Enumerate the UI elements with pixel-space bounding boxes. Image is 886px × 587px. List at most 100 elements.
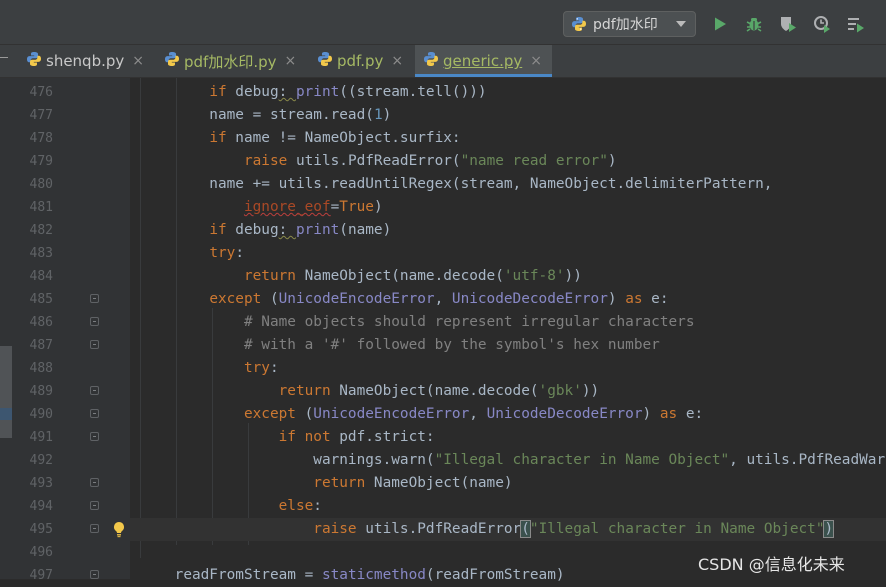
fold-marker-icon[interactable] bbox=[90, 386, 99, 395]
line-number: 486 bbox=[29, 315, 53, 330]
line-number: 481 bbox=[29, 200, 53, 215]
code-text[interactable]: return NameObject(name.decode('gbk')) bbox=[140, 380, 600, 403]
code-line: 492 warnings.warn("Illegal character in … bbox=[0, 449, 886, 472]
code-text[interactable]: raise utils.PdfReadError("Illegal charac… bbox=[140, 518, 835, 541]
fold-marker-icon[interactable] bbox=[90, 340, 99, 349]
code-text[interactable]: return NameObject(name.decode('utf-8')) bbox=[140, 265, 582, 288]
line-number: 482 bbox=[29, 223, 53, 238]
close-tab-icon[interactable]: × bbox=[132, 53, 144, 69]
tab-shenqb-py[interactable]: shenqb.py × bbox=[18, 45, 162, 77]
code-text[interactable]: else: bbox=[140, 495, 322, 518]
line-number: 485 bbox=[29, 292, 53, 307]
code-text[interactable]: ignore_eof=True) bbox=[140, 196, 383, 219]
line-number: 497 bbox=[29, 568, 53, 583]
run-with-coverage-button[interactable] bbox=[777, 13, 799, 35]
code-line: 493 return NameObject(name) bbox=[0, 472, 886, 495]
code-line: 488 try: bbox=[0, 357, 886, 380]
line-number: 484 bbox=[29, 269, 53, 284]
line-number: 476 bbox=[29, 85, 53, 100]
line-number: 479 bbox=[29, 154, 53, 169]
code-text[interactable]: except (UnicodeEncodeError, UnicodeDecod… bbox=[140, 288, 668, 311]
fold-marker-icon[interactable] bbox=[90, 409, 99, 418]
code-text[interactable]: if name != NameObject.surfix: bbox=[140, 127, 460, 150]
line-number: 495 bbox=[29, 522, 53, 537]
line-number: 477 bbox=[29, 108, 53, 123]
run-concurrency-button[interactable] bbox=[845, 13, 867, 35]
code-line: 479 raise utils.PdfReadError("name read … bbox=[0, 150, 886, 173]
lightbulb-icon[interactable] bbox=[111, 521, 127, 538]
tab-generic-py[interactable]: generic.py × bbox=[415, 45, 552, 77]
profile-button[interactable] bbox=[811, 13, 833, 35]
tab-pdf-py[interactable]: pdf.py × bbox=[309, 45, 413, 77]
fold-marker-icon[interactable] bbox=[90, 478, 99, 487]
python-file-icon bbox=[164, 51, 180, 71]
close-tab-icon[interactable]: × bbox=[391, 53, 403, 69]
code-line: 489 return NameObject(name.decode('gbk')… bbox=[0, 380, 886, 403]
line-number: 480 bbox=[29, 177, 53, 192]
close-tab-icon[interactable]: × bbox=[285, 53, 297, 69]
tab-pdf-py[interactable]: pdf加水印.py × bbox=[156, 45, 303, 77]
tab-label: pdf.py bbox=[337, 52, 384, 70]
code-line: 477 name = stream.read(1) bbox=[0, 104, 886, 127]
fold-marker-icon[interactable] bbox=[90, 432, 99, 441]
line-number: 483 bbox=[29, 246, 53, 261]
play-icon bbox=[715, 17, 726, 31]
code-text[interactable]: if not pdf.strict: bbox=[140, 426, 435, 449]
code-line: 490 except (UnicodeEncodeError, UnicodeD… bbox=[0, 403, 886, 426]
code-line: 478 if name != NameObject.surfix: bbox=[0, 127, 886, 150]
code-text[interactable]: name += utils.readUntilRegex(stream, Nam… bbox=[140, 173, 772, 196]
line-number: 478 bbox=[29, 131, 53, 146]
debug-button[interactable] bbox=[743, 13, 765, 35]
code-line: 487 # with a '#' followed by the symbol'… bbox=[0, 334, 886, 357]
code-text[interactable]: except (UnicodeEncodeError, UnicodeDecod… bbox=[140, 403, 703, 426]
fold-marker-icon[interactable] bbox=[90, 570, 99, 579]
code-line: 484 return NameObject(name.decode('utf-8… bbox=[0, 265, 886, 288]
code-line: 481 ignore_eof=True) bbox=[0, 196, 886, 219]
code-text[interactable]: try: bbox=[140, 242, 244, 265]
code-text[interactable]: if debug: print(name) bbox=[140, 219, 391, 242]
code-line: 485 except (UnicodeEncodeError, UnicodeD… bbox=[0, 288, 886, 311]
code-text[interactable]: warnings.warn("Illegal character in Name… bbox=[140, 449, 886, 472]
main-toolbar: pdf加水印 bbox=[0, 0, 886, 45]
python-file-icon bbox=[423, 51, 439, 71]
watermark: CSDN @信息化未来 bbox=[698, 555, 845, 574]
list-play-icon bbox=[848, 18, 864, 33]
line-number: 493 bbox=[29, 476, 53, 491]
tab-label: generic.py bbox=[443, 52, 523, 70]
code-text[interactable]: name = stream.read(1) bbox=[140, 104, 391, 127]
python-icon bbox=[572, 17, 586, 31]
fold-marker-icon[interactable] bbox=[90, 317, 99, 326]
fold-marker-icon[interactable] bbox=[90, 501, 99, 510]
line-number: 489 bbox=[29, 384, 53, 399]
tab-label: pdf加水印.py bbox=[184, 52, 277, 71]
line-number: 490 bbox=[29, 407, 53, 422]
fold-marker-icon[interactable] bbox=[90, 524, 99, 533]
fold-marker-icon[interactable] bbox=[90, 294, 99, 303]
code-text[interactable]: try: bbox=[140, 357, 279, 380]
line-number: 491 bbox=[29, 430, 53, 445]
code-line: 495 raise utils.PdfReadError("Illegal ch… bbox=[0, 518, 886, 541]
line-number: 496 bbox=[29, 545, 53, 560]
code-text[interactable]: if debug: print((stream.tell())) bbox=[140, 81, 486, 104]
code-line: 486 # Name objects should represent irre… bbox=[0, 311, 886, 334]
run-configuration-select[interactable]: pdf加水印 bbox=[563, 11, 696, 37]
code-text[interactable]: return NameObject(name) bbox=[140, 472, 512, 495]
line-number: 492 bbox=[29, 453, 53, 468]
code-text[interactable]: readFromStream = staticmethod(readFromSt… bbox=[140, 564, 565, 587]
tab-label: shenqb.py bbox=[46, 52, 125, 70]
code-text[interactable]: raise utils.PdfReadError("name read erro… bbox=[140, 150, 617, 173]
shield-play-icon bbox=[781, 17, 796, 32]
run-button[interactable] bbox=[709, 13, 731, 35]
code-text[interactable]: # with a '#' followed by the symbol's he… bbox=[140, 334, 660, 357]
code-editor[interactable]: 476 if debug: print((stream.tell())) 477 … bbox=[0, 78, 886, 583]
line-number: 488 bbox=[29, 361, 53, 376]
code-text[interactable]: # Name objects should represent irregula… bbox=[140, 311, 695, 334]
editor-tab-bar: shenqb.py × pdf加水印.py × pdf.py × generic.py × bbox=[0, 45, 886, 78]
tab-bar-edge bbox=[0, 57, 8, 58]
close-tab-icon[interactable]: × bbox=[530, 53, 542, 69]
line-number: 487 bbox=[29, 338, 53, 353]
bug-icon bbox=[746, 18, 762, 32]
clock-play-icon bbox=[814, 16, 830, 33]
code-line: 491 if not pdf.strict: bbox=[0, 426, 886, 449]
python-file-icon bbox=[317, 51, 333, 71]
